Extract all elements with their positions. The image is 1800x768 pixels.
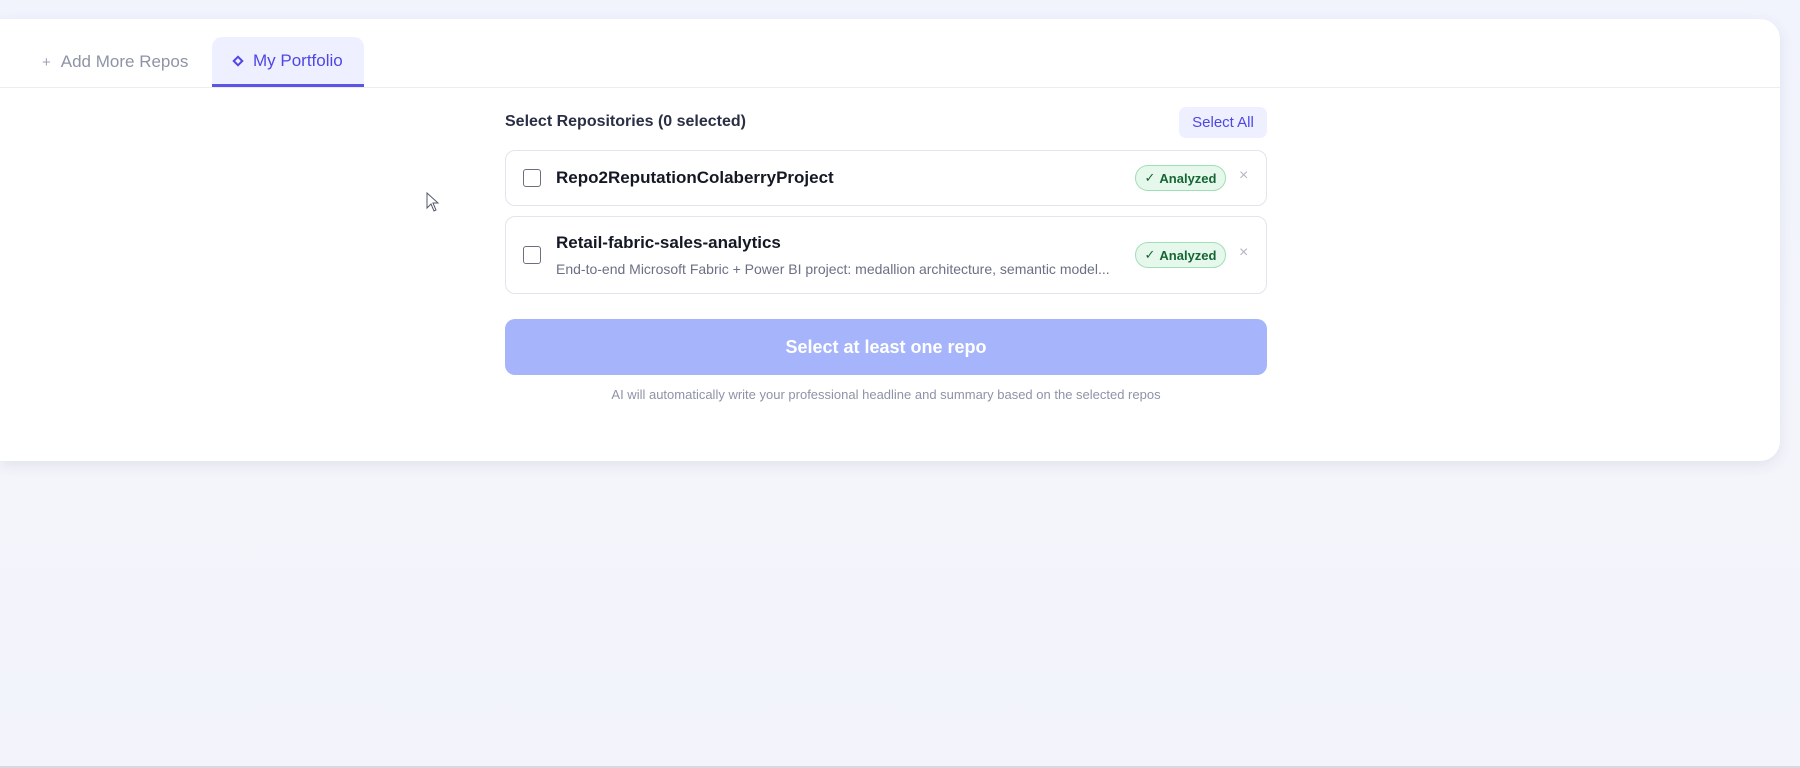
- tab-my-portfolio-label: My Portfolio: [253, 50, 343, 70]
- plus-icon: +: [42, 53, 51, 71]
- mouse-cursor-icon: [426, 191, 440, 217]
- tab-my-portfolio[interactable]: My Portfolio: [212, 37, 364, 87]
- section-title: Select Repositories (0 selected): [505, 113, 746, 130]
- select-all-button[interactable]: Select All: [1179, 107, 1267, 138]
- analyzed-badge: ✓ Analyzed: [1135, 242, 1226, 268]
- tab-bar: + Add More Repos My Portfolio: [0, 19, 1780, 88]
- badge-label: Analyzed: [1159, 170, 1217, 186]
- repo-description: End-to-end Microsoft Fabric + Power BI p…: [556, 261, 1110, 277]
- tab-add-more-repos-label: Add More Repos: [60, 52, 189, 71]
- close-icon[interactable]: ×: [1239, 244, 1248, 262]
- repo-name: Repo2ReputationColaberryProject: [556, 168, 834, 187]
- repo-checkbox[interactable]: [523, 169, 541, 187]
- repo-checkbox[interactable]: [523, 246, 541, 264]
- badge-label: Analyzed: [1159, 247, 1217, 263]
- generate-portfolio-button[interactable]: Select at least one repo: [505, 319, 1267, 375]
- check-icon: ✓: [1144, 170, 1156, 185]
- repo-name: Retail-fabric-sales-analytics: [556, 233, 781, 252]
- helper-text: AI will automatically write your profess…: [611, 387, 1161, 402]
- repo-card[interactable]: Repo2ReputationColaberryProject ✓ Analyz…: [505, 150, 1267, 206]
- analyzed-badge: ✓ Analyzed: [1135, 165, 1226, 191]
- diamond-icon: [232, 54, 244, 67]
- repo-card[interactable]: Retail-fabric-sales-analytics End-to-end…: [505, 216, 1267, 294]
- check-icon: ✓: [1144, 247, 1156, 262]
- tab-add-more-repos[interactable]: + Add More Repos: [22, 37, 208, 87]
- close-icon[interactable]: ×: [1239, 167, 1248, 185]
